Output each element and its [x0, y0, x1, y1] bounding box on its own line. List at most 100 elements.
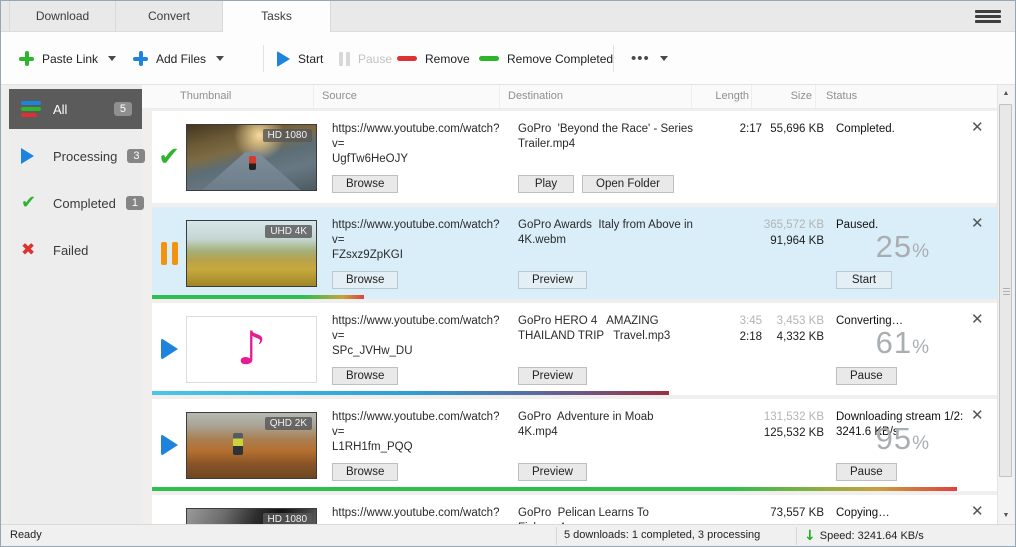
close-icon[interactable]: ✕ — [971, 502, 984, 520]
play-button[interactable]: Play — [518, 175, 574, 193]
pause-button[interactable]: Pause — [339, 32, 392, 85]
destination-buttons: Preview — [518, 463, 696, 481]
header-size[interactable]: Size — [752, 85, 816, 108]
remove-completed-label: Remove Completed — [507, 52, 613, 66]
count-badge: 1 — [126, 196, 144, 210]
scroll-up-icon[interactable]: ▲ — [998, 85, 1014, 102]
table-row[interactable]: https://www.youtube.com/watch?v=SPc_JVHw… — [152, 303, 999, 395]
chevron-down-icon[interactable] — [216, 56, 224, 61]
download-arrow-icon: ↓ — [804, 526, 816, 547]
progress-percent: 95% — [876, 421, 929, 457]
table-row[interactable]: HD 1080 https://www.youtube.com/watch?v=… — [152, 495, 999, 524]
preview-button[interactable]: Preview — [518, 463, 587, 481]
row-state-icon — [161, 242, 178, 265]
source-url: https://www.youtube.com/watch?v=zvI0amOW… — [332, 506, 504, 524]
row-action-button[interactable]: Start — [836, 271, 892, 289]
sidebar-item-label: All — [53, 102, 67, 117]
row-action-button[interactable]: Pause — [836, 463, 897, 481]
chevron-down-icon[interactable] — [108, 56, 116, 61]
sidebar-item-completed[interactable]: ✔ Completed 1 — [9, 183, 142, 223]
row-status-cell: Copying… % — [826, 495, 969, 524]
tab-download[interactable]: Download — [9, 1, 116, 32]
paste-link-button[interactable]: Paste Link — [19, 32, 116, 85]
row-source-cell: https://www.youtube.com/watch?v=FZsxz9Zp… — [324, 207, 510, 299]
count-badge: 5 — [114, 102, 132, 116]
speed-text: Speed: 3241.64 KB/s — [820, 526, 924, 547]
close-icon[interactable]: ✕ — [971, 118, 984, 136]
table-row[interactable]: UHD 4K https://www.youtube.com/watch?v=F… — [152, 207, 999, 299]
open-folder-button[interactable]: Open Folder — [582, 175, 674, 193]
pause-label: Pause — [358, 52, 392, 66]
row-destination-cell: GoPro Pelican Learns To Fish.mp4 — [510, 495, 702, 524]
task-list: HD 1080 https://www.youtube.com/watch?v=… — [152, 111, 999, 524]
preview-button[interactable]: Preview — [518, 367, 587, 385]
preview-button[interactable]: Preview — [518, 271, 587, 289]
row-state-cell — [152, 399, 186, 491]
toolbar: Paste Link Add Files Start Pause Remove … — [1, 32, 1015, 85]
quality-badge: UHD 4K — [265, 225, 312, 238]
status-text: Completed. — [836, 122, 969, 137]
add-files-button[interactable]: Add Files — [133, 32, 224, 85]
video-thumbnail: QHD 2K — [186, 412, 317, 479]
scroll-down-icon[interactable]: ▼ — [998, 507, 1014, 524]
destination-file: GoPro Pelican Learns To Fish.mp4 — [518, 506, 696, 524]
header-length[interactable]: Length — [692, 85, 752, 108]
sidebar-item-processing[interactable]: Processing 3 — [9, 136, 142, 176]
row-destination-cell: GoPro Adventure in Moab 4K.mp4 Preview — [510, 399, 702, 491]
add-files-label: Add Files — [156, 52, 206, 66]
quality-badge: HD 1080 — [263, 513, 312, 524]
row-thumbnail-cell: HD 1080 — [186, 495, 324, 524]
row-action-button[interactable]: Pause — [836, 367, 897, 385]
start-label: Start — [298, 52, 323, 66]
close-icon[interactable]: ✕ — [971, 406, 984, 424]
destination-file: GoPro HERO 4 AMAZING THAILAND TRIP Trave… — [518, 314, 696, 344]
statusbar-divider — [796, 527, 797, 545]
vertical-scrollbar[interactable]: ▲ ▼ — [997, 85, 1013, 524]
destination-file: GoPro 'Beyond the Race' - Series Trailer… — [518, 122, 696, 152]
close-icon[interactable]: ✕ — [971, 310, 984, 328]
progress-percent: 25% — [876, 229, 929, 265]
row-source-cell: https://www.youtube.com/watch?v=zvI0amOW… — [324, 495, 510, 524]
start-button[interactable]: Start — [277, 32, 323, 85]
source-url: https://www.youtube.com/watch?v=L1RH1fm_… — [332, 410, 504, 455]
row-thumbnail-cell: UHD 4K — [186, 207, 324, 299]
browse-button[interactable]: Browse — [332, 367, 398, 385]
row-close-cell: ✕ — [969, 207, 999, 299]
header-thumbnail[interactable]: Thumbnail — [176, 85, 314, 108]
table-row[interactable]: HD 1080 https://www.youtube.com/watch?v=… — [152, 111, 999, 203]
header-status[interactable]: Status — [816, 85, 999, 108]
downloads-summary-text: 5 downloads: 1 completed, 3 processing — [564, 525, 760, 547]
sidebar-item-failed[interactable]: ✖ Failed — [9, 230, 142, 270]
browse-button[interactable]: Browse — [332, 175, 398, 193]
row-thumbnail-cell: QHD 2K — [186, 399, 324, 491]
browse-button[interactable]: Browse — [332, 463, 398, 481]
close-icon[interactable]: ✕ — [971, 214, 984, 232]
tab-tasks[interactable]: Tasks — [223, 1, 331, 33]
row-thumbnail-cell: HD 1080 — [186, 111, 324, 203]
row-close-cell: ✕ — [969, 303, 999, 395]
row-state-icon — [161, 338, 178, 360]
row-close-cell: ✕ — [969, 399, 999, 491]
sidebar-item-label: Completed — [53, 196, 116, 211]
quality-badge: QHD 2K — [265, 417, 312, 430]
remove-completed-button[interactable]: Remove Completed — [479, 32, 613, 85]
destination-file: GoPro Adventure in Moab 4K.mp4 — [518, 410, 696, 440]
header-source[interactable]: Source — [314, 85, 500, 108]
header-destination[interactable]: Destination — [500, 85, 692, 108]
row-state-cell — [152, 495, 186, 524]
menu-icon[interactable] — [975, 10, 1001, 24]
remove-button[interactable]: Remove — [397, 32, 470, 85]
row-status-cell: Completed. % — [826, 111, 969, 203]
tab-convert[interactable]: Convert — [116, 1, 223, 32]
row-state-cell — [152, 207, 186, 299]
pause-icon — [339, 52, 350, 66]
cross-icon: ✖ — [21, 242, 43, 259]
sidebar-item-all[interactable]: All 5 — [9, 89, 142, 129]
table-row[interactable]: QHD 2K https://www.youtube.com/watch?v=L… — [152, 399, 999, 491]
plus-icon — [133, 51, 148, 66]
browse-button[interactable]: Browse — [332, 271, 398, 289]
more-button[interactable]: ••• — [631, 32, 668, 85]
length-cell — [702, 495, 762, 524]
sidebar: All 5 Processing 3 ✔ Completed 1 ✖ Faile… — [9, 85, 142, 524]
scrollbar-thumb[interactable] — [999, 104, 1012, 477]
